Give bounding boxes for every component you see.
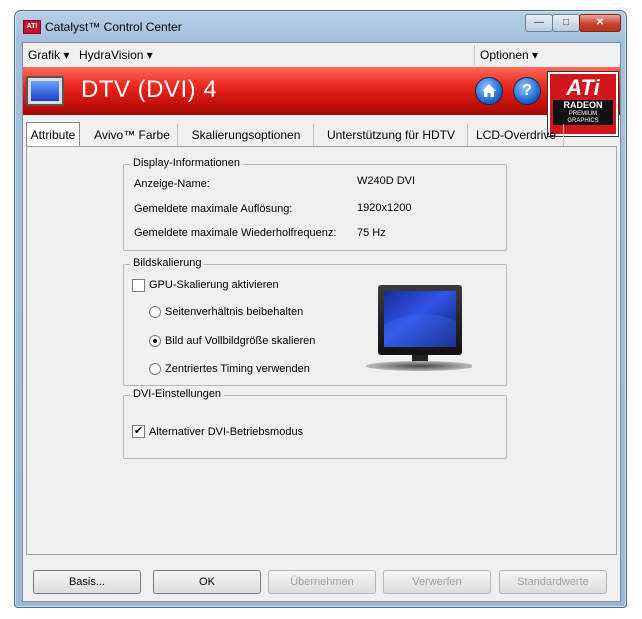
tab-avivo-farbe[interactable]: Avivo™ Farbe [87, 124, 178, 146]
alt-dvi-mode-label[interactable]: Alternativer DVI-Betriebsmodus [149, 426, 303, 438]
window-title: Catalyst™ Control Center [45, 20, 182, 34]
app-window: ATI Catalyst™ Control Center — □ ✕ Grafi… [14, 10, 627, 608]
title-bar[interactable]: ATI Catalyst™ Control Center — □ ✕ [15, 11, 626, 41]
display-name-value: W240D DVI [357, 175, 416, 187]
dvi-settings-title: DVI-Einstellungen [130, 388, 225, 400]
tab-lcd-overdrive[interactable]: LCD-Overdrive [469, 124, 564, 146]
client-area: Grafik ▾ HydraVision ▾ Optionen ▾ DTV (D… [22, 42, 621, 602]
tab-attribute[interactable]: Attribute [26, 122, 80, 148]
tab-skalierungsoptionen[interactable]: Skalierungsoptionen [179, 124, 314, 146]
tab-page: Display-Informationen Anzeige-Name: W240… [26, 146, 617, 555]
menu-hydravision[interactable]: HydraVision ▾ [79, 48, 153, 62]
ok-button[interactable]: OK [153, 570, 261, 594]
scaling-title: Bildskalierung [130, 257, 205, 269]
full-screen-label[interactable]: Bild auf Vollbildgröße skalieren [165, 335, 315, 347]
close-icon: ✕ [595, 17, 605, 28]
display-info-title: Display-Informationen [130, 157, 243, 169]
aspect-ratio-radio[interactable] [149, 306, 161, 318]
gpu-scaling-checkbox[interactable] [132, 279, 145, 292]
logo-brand: ATi [566, 75, 600, 100]
defaults-button[interactable]: Standardwerte [499, 570, 607, 594]
dvi-settings-group: DVI-Einstellungen ✔ Alternativer DVI-Bet… [123, 388, 507, 459]
maximize-button[interactable]: □ [552, 14, 580, 32]
minimize-button[interactable]: — [525, 14, 553, 32]
scaling-group: Bildskalierung GPU-Skalierung aktivieren… [123, 257, 507, 386]
maximize-icon: □ [562, 17, 570, 28]
monitor-preview-image [360, 285, 474, 375]
display-info-group: Display-Informationen Anzeige-Name: W240… [123, 157, 507, 251]
page-banner: DTV (DVI) 4 ? ATi RADEON PREMIUM GRAPHIC… [23, 67, 620, 137]
minimize-icon: — [534, 17, 544, 28]
discard-button[interactable]: Verwerfen [383, 570, 491, 594]
max-refresh-value: 75 Hz [357, 227, 386, 239]
page-title: DTV (DVI) 4 [81, 76, 218, 103]
aspect-ratio-label[interactable]: Seitenverhältnis beibehalten [165, 306, 303, 318]
max-refresh-label: Gemeldete maximale Wiederholfrequenz: [134, 227, 337, 239]
full-screen-radio[interactable] [149, 335, 161, 347]
max-resolution-label: Gemeldete maximale Auflösung: [134, 203, 293, 215]
tab-strip: Attribute Avivo™ Farbe Skalierungsoption… [23, 122, 620, 148]
logo-product: RADEON [553, 100, 613, 111]
app-icon: ATI [23, 20, 41, 34]
menu-optionen[interactable]: Optionen ▾ [480, 48, 538, 62]
display-name-label: Anzeige-Name: [134, 178, 210, 190]
help-icon[interactable]: ? [513, 77, 541, 105]
basis-button[interactable]: Basis... [33, 570, 141, 594]
display-icon [26, 76, 64, 106]
centered-timing-radio[interactable] [149, 363, 161, 375]
home-icon[interactable] [475, 77, 503, 105]
gpu-scaling-label[interactable]: GPU-Skalierung aktivieren [149, 279, 279, 291]
menu-separator [474, 45, 475, 65]
max-resolution-value: 1920x1200 [357, 202, 412, 214]
tab-hdtv[interactable]: Unterstützung für HDTV [315, 124, 468, 146]
menu-grafik[interactable]: Grafik ▾ [28, 48, 69, 62]
alt-dvi-mode-checkbox[interactable]: ✔ [132, 425, 145, 438]
apply-button[interactable]: Übernehmen [268, 570, 376, 594]
close-button[interactable]: ✕ [579, 14, 621, 32]
centered-timing-label[interactable]: Zentriertes Timing verwenden [165, 363, 310, 375]
menu-bar: Grafik ▾ HydraVision ▾ Optionen ▾ [23, 43, 620, 67]
